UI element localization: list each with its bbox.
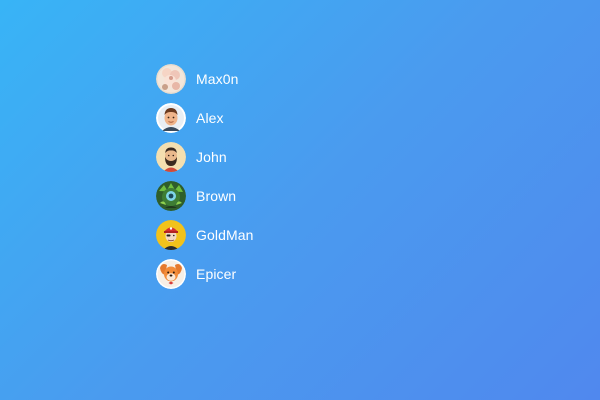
user-item-max0n[interactable]: Max0n — [156, 64, 254, 94]
user-name: Max0n — [196, 71, 239, 87]
user-item-brown[interactable]: Brown — [156, 181, 254, 211]
bearded-man-avatar-icon — [156, 142, 186, 172]
user-name: John — [196, 149, 227, 165]
user-item-alex[interactable]: Alex — [156, 103, 254, 133]
man-cartoon-avatar-icon — [156, 103, 186, 133]
user-name: Alex — [196, 110, 224, 126]
user-item-epicer[interactable]: Epicer — [156, 259, 254, 289]
pirate-avatar-icon — [156, 220, 186, 250]
user-item-goldman[interactable]: GoldMan — [156, 220, 254, 250]
green-monster-avatar-icon — [156, 181, 186, 211]
user-name: Brown — [196, 188, 237, 204]
user-name: GoldMan — [196, 227, 254, 243]
user-name: Epicer — [196, 266, 237, 282]
user-list: Max0n Alex John Brown GoldMan Epicer — [156, 64, 254, 298]
dog-avatar-icon — [156, 259, 186, 289]
user-item-john[interactable]: John — [156, 142, 254, 172]
flower-photo-avatar-icon — [156, 64, 186, 94]
